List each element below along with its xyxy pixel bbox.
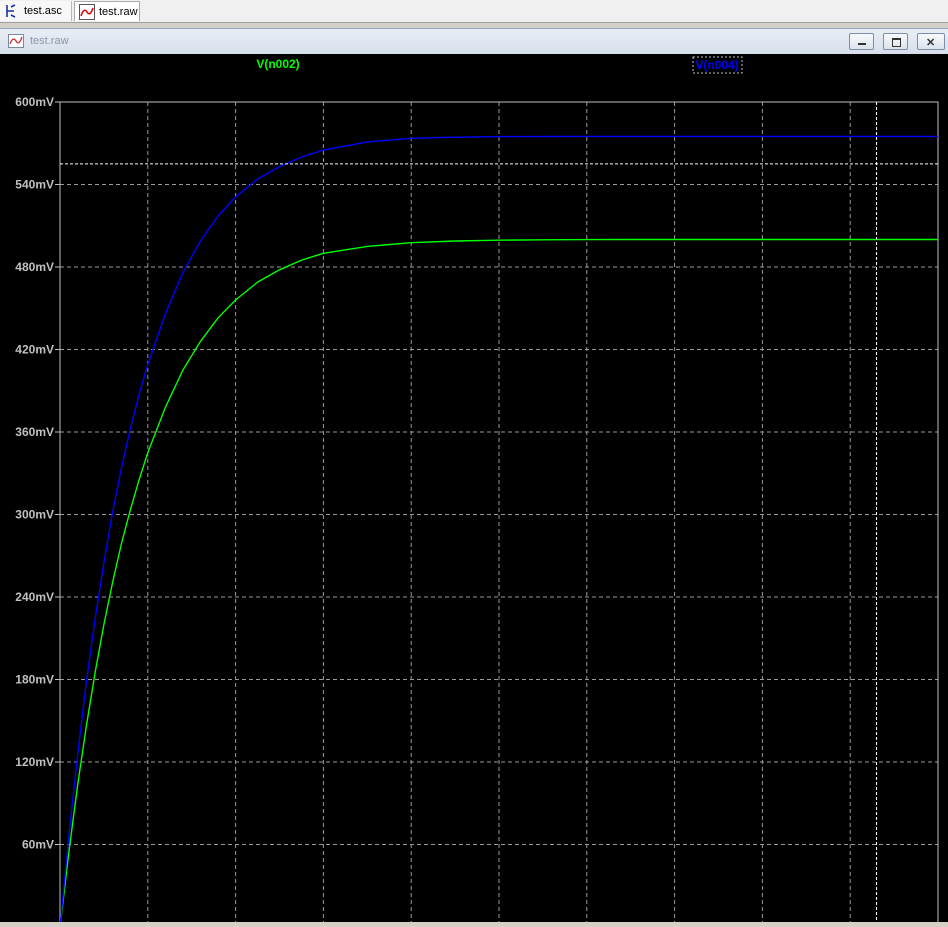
waveform-icon (8, 34, 24, 48)
y-tick-label: 360mV (15, 425, 54, 439)
tab-label: test.asc (24, 5, 62, 17)
tab-test-raw[interactable]: test.raw (74, 1, 140, 21)
y-tick-label: 420mV (15, 343, 54, 357)
window-titlebar[interactable]: test.raw ✕ (0, 29, 948, 54)
trace-label-n004: V(n004) (695, 58, 738, 72)
restore-icon (892, 38, 901, 47)
minimize-icon (858, 43, 866, 45)
trace-label-n002: V(n002) (256, 57, 299, 71)
restore-button[interactable] (883, 33, 908, 50)
y-tick-label: 540mV (15, 178, 54, 192)
y-tick-label: 120mV (15, 755, 54, 769)
waveform-icon (79, 3, 95, 20)
tab-label: test.raw (99, 5, 138, 18)
waveform-window: test.raw ✕ 0mV 60mV 120mV 180mV 240mV 300mV 36… (0, 28, 948, 927)
y-tick-label: 240mV (15, 590, 54, 604)
y-tick-label: 60mV (22, 838, 54, 852)
y-tick-label: 180mV (15, 673, 54, 687)
trace-labels: V(n002) V(n004) (256, 56, 743, 74)
window-title: test.raw (30, 35, 69, 47)
y-tick-label: 300mV (15, 508, 54, 522)
waveform-chart: 0mV 60mV 120mV 180mV 240mV 300mV 360mV 420mV 480… (15, 56, 939, 927)
grid (60, 102, 938, 927)
plot-pane[interactable]: 0mV 60mV 120mV 180mV 240mV 300mV 360mV 420mV 480… (0, 54, 948, 927)
close-icon: ✕ (926, 37, 936, 49)
schematic-icon (4, 3, 20, 19)
y-tick-label: 600mV (15, 95, 54, 109)
y-tick-label: 0mV (29, 920, 54, 922)
tab-test-asc[interactable]: test.asc (0, 1, 72, 21)
close-button[interactable]: ✕ (917, 33, 945, 50)
minimize-button[interactable] (849, 33, 874, 50)
axes: 0mV 60mV 120mV 180mV 240mV 300mV 360mV 420mV 480… (15, 95, 939, 927)
y-tick-label: 480mV (15, 260, 54, 274)
tab-bar: test.asc test.raw (0, 0, 948, 23)
